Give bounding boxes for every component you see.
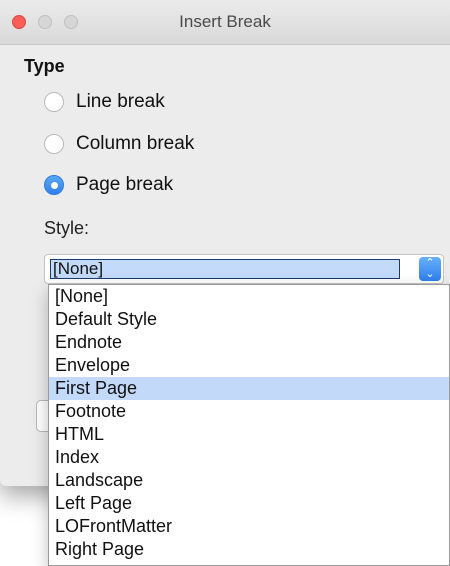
line-break-label: Line break <box>76 91 165 112</box>
style-label: Style: <box>44 218 90 238</box>
style-option-none[interactable]: [None] <box>49 285 449 308</box>
page-break-label: Page break <box>76 174 174 195</box>
style-option-right-page[interactable]: Right Page <box>49 538 449 561</box>
radio-selected-dot <box>50 181 58 189</box>
style-option-lofrontmatter[interactable]: LOFrontMatter <box>49 515 449 538</box>
style-option-envelope[interactable]: Envelope <box>49 354 449 377</box>
column-break-radio-row[interactable]: Column break <box>44 129 194 159</box>
style-select[interactable]: [None] ⌃ ⌄ <box>44 254 444 284</box>
page-break-radio[interactable] <box>44 175 64 195</box>
style-option-endnote[interactable]: Endnote <box>49 331 449 354</box>
chevron-up-down-icon[interactable]: ⌃ ⌄ <box>419 257 441 281</box>
line-break-radio[interactable] <box>44 92 64 112</box>
column-break-label: Column break <box>76 133 195 154</box>
style-option-footnote[interactable]: Footnote <box>49 400 449 423</box>
style-dropdown-list[interactable]: [None] Default Style Endnote Envelope Fi… <box>48 284 450 566</box>
type-section-label: Type <box>24 56 65 76</box>
style-option-landscape[interactable]: Landscape <box>49 469 449 492</box>
style-option-first-page[interactable]: First Page <box>49 377 449 400</box>
window-title: Insert Break <box>179 12 271 31</box>
line-break-radio-row[interactable]: Line break <box>44 87 165 117</box>
column-break-radio[interactable] <box>44 134 64 154</box>
style-option-html[interactable]: HTML <box>49 423 449 446</box>
title-bar: Insert Break <box>0 0 450 45</box>
style-option-default-style[interactable]: Default Style <box>49 308 449 331</box>
style-select-value[interactable]: [None] <box>50 259 400 279</box>
page-break-radio-row[interactable]: Page break <box>44 170 173 200</box>
style-option-index[interactable]: Index <box>49 446 449 469</box>
style-option-left-page[interactable]: Left Page <box>49 492 449 515</box>
